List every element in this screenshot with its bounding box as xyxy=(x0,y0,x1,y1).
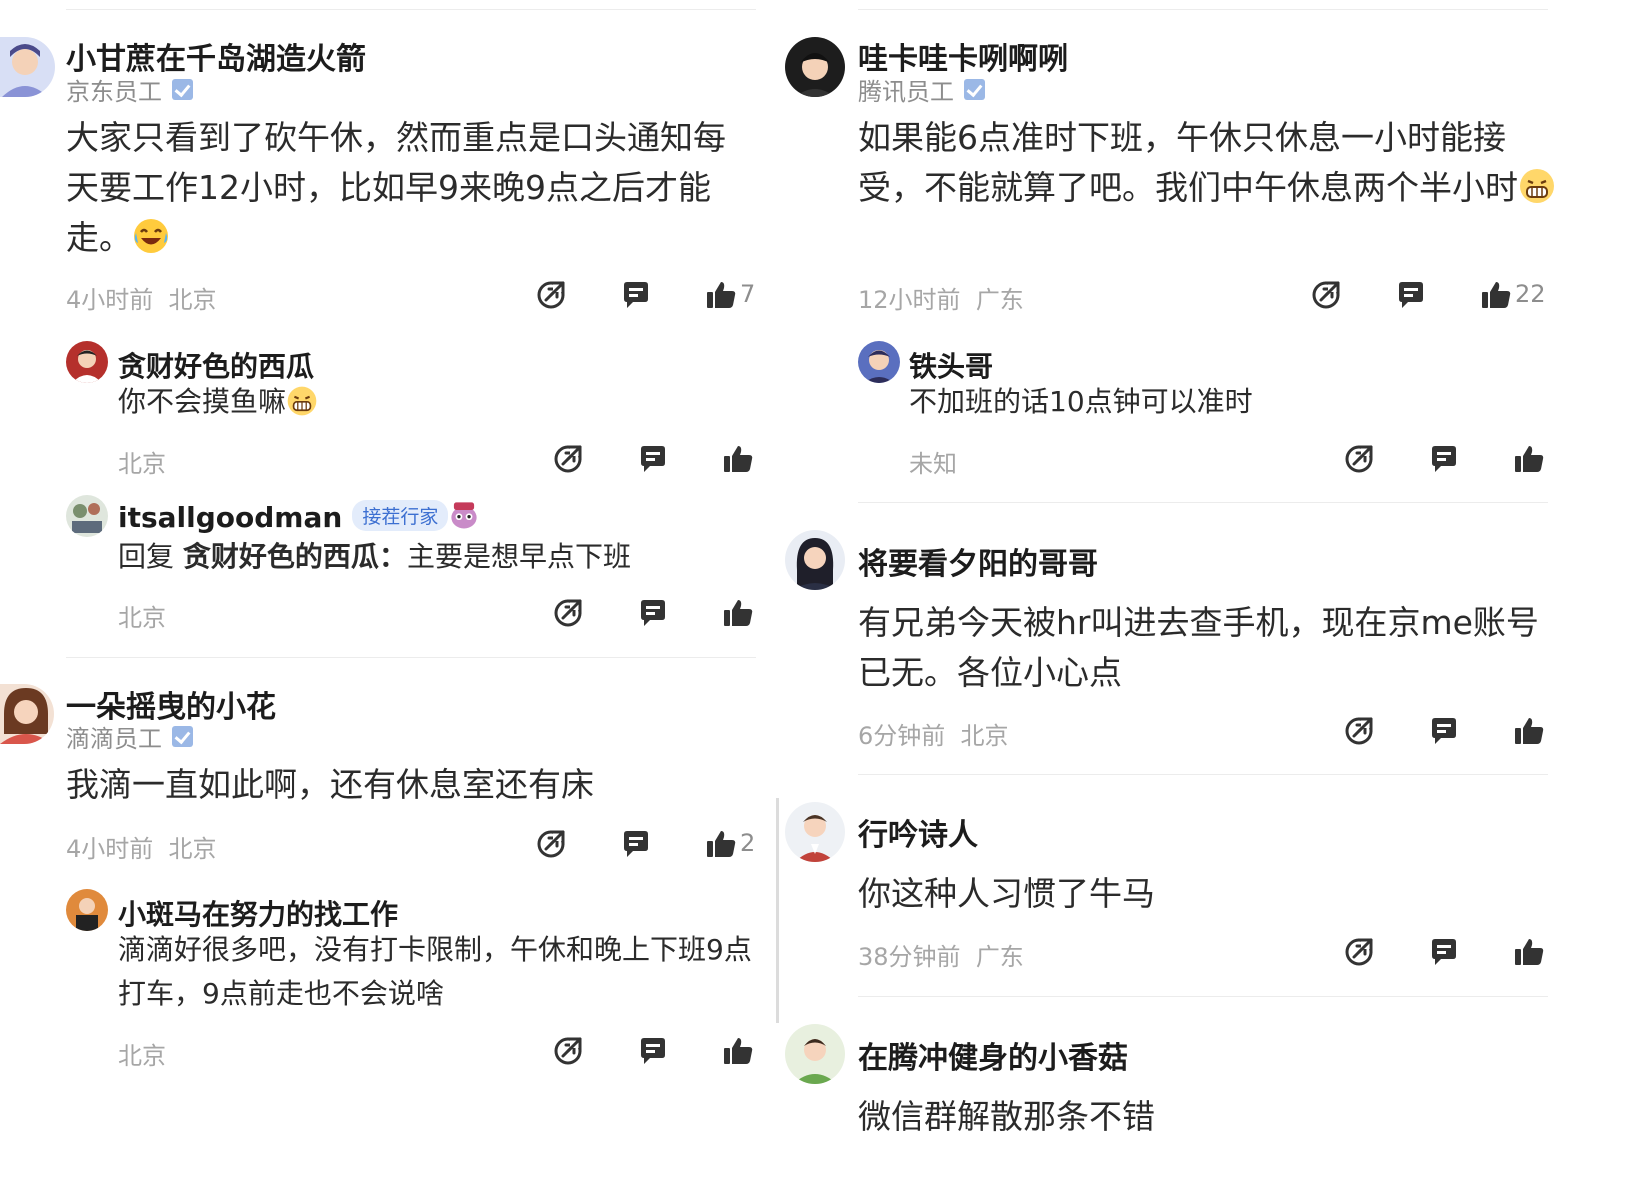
comment-text: 微信群解散那条不错 xyxy=(858,1097,1155,1136)
share-icon[interactable] xyxy=(1343,715,1375,747)
reply-author-name[interactable]: 小斑马在努力的找工作 xyxy=(118,893,398,933)
avatar[interactable] xyxy=(858,341,900,383)
share-icon[interactable] xyxy=(1343,936,1375,968)
like-icon[interactable] xyxy=(1513,715,1545,747)
author-name[interactable]: 将要看夕阳的哥哥 xyxy=(858,539,1098,583)
reply-icon[interactable] xyxy=(637,443,669,475)
avatar[interactable] xyxy=(785,530,845,590)
author-company: 京东员工 xyxy=(66,72,193,107)
like-icon[interactable] xyxy=(1513,443,1545,475)
reply-meta: 北京 xyxy=(118,450,166,478)
comment-text: 我滴一直如此啊，还有休息室还有床 xyxy=(66,765,594,804)
reply-icon[interactable] xyxy=(637,1035,669,1067)
like-icon[interactable] xyxy=(722,1035,754,1067)
comment-text: 大家只看到了砍午休，然而重点是口头通知每天要工作12小时，比如早9来晚9点之后才… xyxy=(66,118,726,257)
reply-text: 你不会摸鱼嘛 xyxy=(118,380,318,424)
avatar[interactable] xyxy=(0,684,54,744)
grinning-emoji-icon xyxy=(286,385,318,417)
company-label: 京东员工 xyxy=(66,78,162,106)
reply-text: 不加班的话10点钟可以准时 xyxy=(909,385,1253,418)
reply-meta: 北京 xyxy=(118,1042,166,1070)
author-company: 腾讯员工 xyxy=(858,72,985,107)
author-name[interactable]: 行吟诗人 xyxy=(858,810,978,854)
share-icon[interactable] xyxy=(1310,279,1342,311)
comment-meta: 4小时前 北京 xyxy=(66,286,217,314)
comment-meta: 38分钟前 广东 xyxy=(858,943,1024,971)
like-count: 7 xyxy=(740,280,756,308)
avatar[interactable] xyxy=(66,495,108,537)
avatar[interactable] xyxy=(785,37,845,97)
comment-meta: 6分钟前 北京 xyxy=(858,722,1009,750)
avatar[interactable] xyxy=(66,889,108,931)
share-icon[interactable] xyxy=(535,279,567,311)
reply-icon[interactable] xyxy=(1428,715,1460,747)
comment-meta: 4小时前 北京 xyxy=(66,835,217,863)
reply-author-name: itsallgoodman 接茬行家 xyxy=(118,499,480,534)
comment-divider xyxy=(858,774,1548,775)
reply-icon[interactable] xyxy=(620,279,652,311)
reply-text: 回复 贪财好色的西瓜：主要是想早点下班 xyxy=(118,540,631,573)
company-label: 腾讯员工 xyxy=(858,78,954,106)
reply-icon[interactable] xyxy=(620,828,652,860)
like-count: 2 xyxy=(740,829,756,857)
like-icon[interactable] xyxy=(722,443,754,475)
comment-text: 如果能6点准时下班，午休只休息一小时能接受，不能就算了吧。我们中午休息两个半小时 xyxy=(858,113,1558,213)
reply-icon[interactable] xyxy=(1428,443,1460,475)
comment-meta: 12小时前 广东 xyxy=(858,286,1024,314)
reply-author-name[interactable]: 铁头哥 xyxy=(909,345,993,385)
like-icon[interactable] xyxy=(705,828,737,860)
reply-icon[interactable] xyxy=(1428,936,1460,968)
share-icon[interactable] xyxy=(552,443,584,475)
top-divider-right xyxy=(858,9,1548,10)
verified-check-icon xyxy=(172,726,193,747)
verified-check-icon xyxy=(172,79,193,100)
like-icon[interactable] xyxy=(1513,936,1545,968)
avatar[interactable] xyxy=(0,37,55,97)
grinning-emoji-icon xyxy=(1518,167,1556,205)
author-name[interactable]: 在腾冲健身的小香菇 xyxy=(858,1033,1128,1077)
share-icon[interactable] xyxy=(535,828,567,860)
like-icon[interactable] xyxy=(722,597,754,629)
laughing-tears-emoji-icon xyxy=(132,217,170,255)
avatar[interactable] xyxy=(66,341,108,383)
reply-icon[interactable] xyxy=(637,597,669,629)
reply-meta: 北京 xyxy=(118,604,166,632)
title-badge: 接茬行家 xyxy=(352,500,449,531)
like-count: 22 xyxy=(1515,280,1546,308)
comment-divider xyxy=(66,657,756,658)
share-icon[interactable] xyxy=(552,1035,584,1067)
scroll-indicator[interactable] xyxy=(776,798,779,1023)
verified-check-icon xyxy=(964,79,985,100)
avatar[interactable] xyxy=(785,1024,845,1084)
reply-author-name[interactable]: 贪财好色的西瓜 xyxy=(118,345,314,385)
author-company: 滴滴员工 xyxy=(66,719,193,754)
share-icon[interactable] xyxy=(1343,443,1375,475)
reply-icon[interactable] xyxy=(1395,279,1427,311)
comment-divider xyxy=(858,502,1548,503)
top-divider-left xyxy=(66,9,756,10)
share-icon[interactable] xyxy=(552,597,584,629)
comment-divider xyxy=(858,996,1548,997)
badge-mascot-icon xyxy=(448,499,480,531)
avatar[interactable] xyxy=(785,802,845,862)
like-icon[interactable] xyxy=(1480,279,1512,311)
reply-meta: 未知 xyxy=(909,450,957,478)
comment-text: 你这种人习惯了牛马 xyxy=(858,874,1155,913)
like-icon[interactable] xyxy=(705,279,737,311)
reply-text: 滴滴好很多吧，没有打卡限制，午休和晚上下班9点打车，9点前走也不会说啥 xyxy=(118,933,752,1010)
company-label: 滴滴员工 xyxy=(66,725,162,753)
comment-text: 有兄弟今天被hr叫进去查手机，现在京me账号已无。各位小心点 xyxy=(858,603,1539,692)
